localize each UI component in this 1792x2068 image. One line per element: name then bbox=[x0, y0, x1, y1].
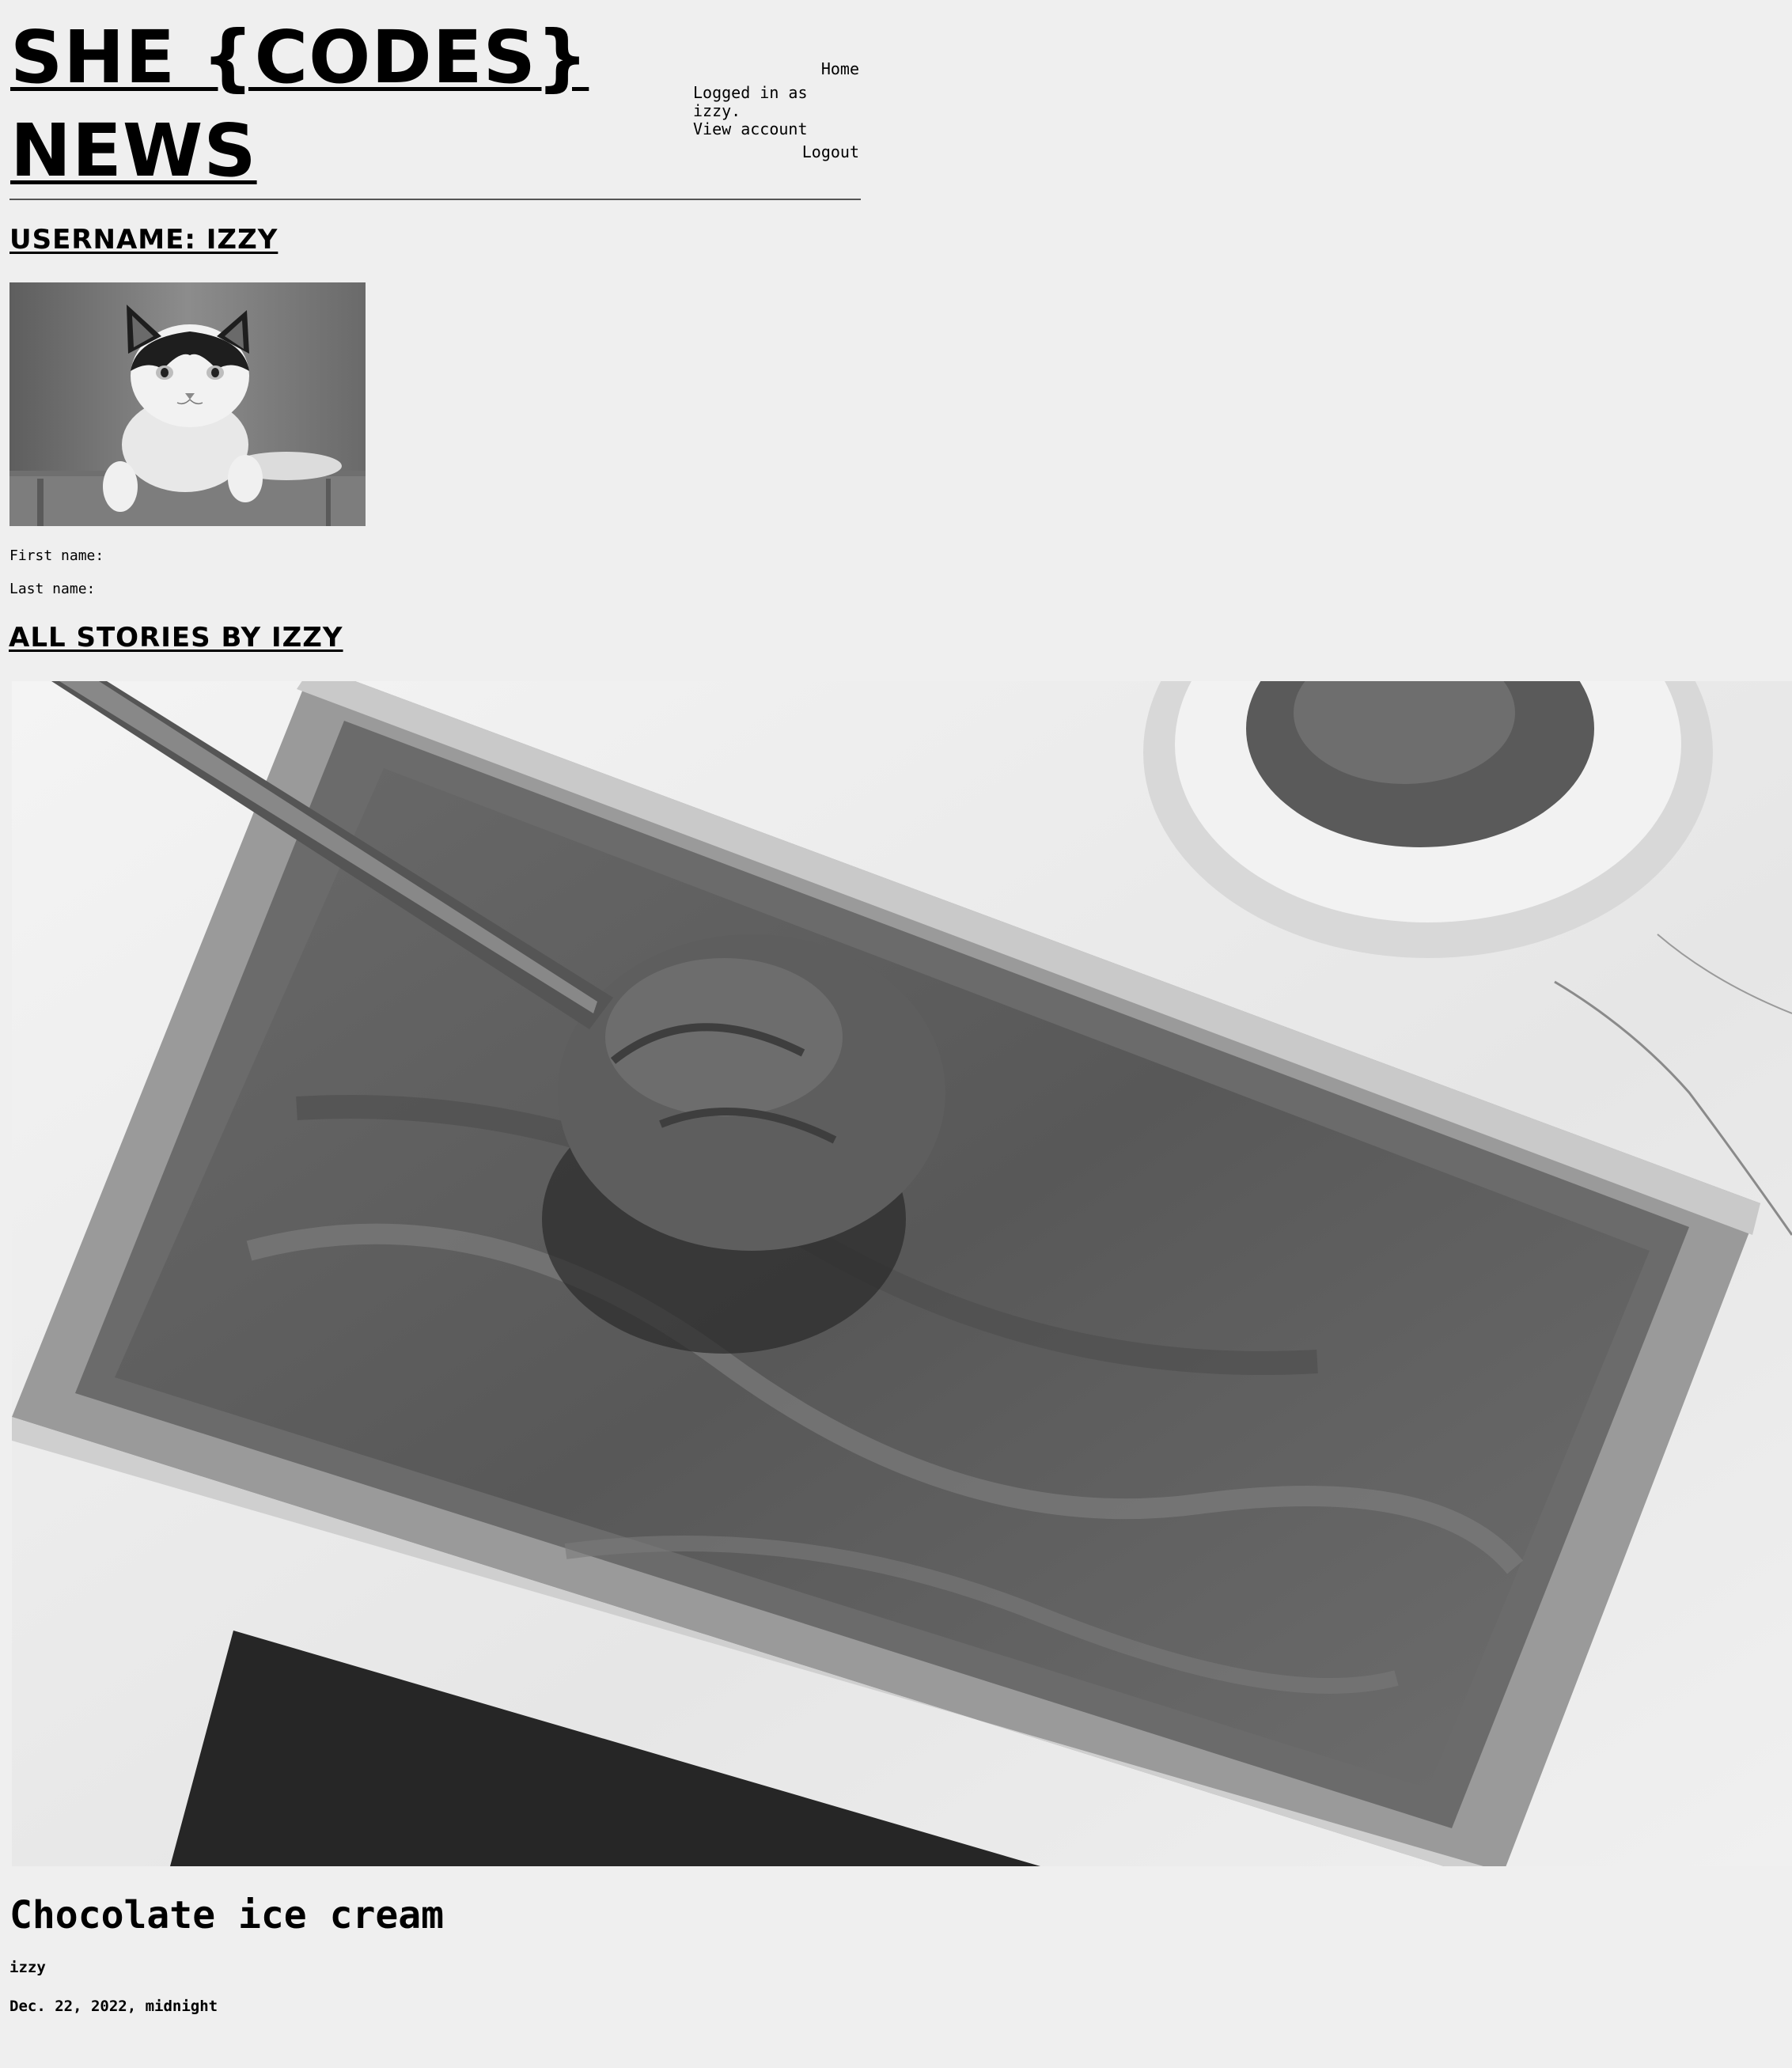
nav-home-link[interactable]: Home bbox=[688, 60, 859, 78]
last-name-field: Last name: bbox=[9, 581, 96, 597]
story-title[interactable]: Chocolate ice cream bbox=[9, 1893, 444, 1937]
story-image[interactable] bbox=[12, 681, 1792, 1866]
all-stories-heading: ALL STORIES BY IZZY bbox=[9, 622, 343, 653]
username-heading: USERNAME: IZZY bbox=[9, 224, 278, 256]
nav-view-account-link[interactable]: View account bbox=[688, 120, 859, 138]
nav-logout-link[interactable]: Logout bbox=[688, 143, 859, 161]
profile-avatar bbox=[9, 282, 366, 526]
logged-in-status: Logged in as izzy. bbox=[693, 83, 808, 120]
header-divider bbox=[9, 199, 861, 200]
story-author: izzy bbox=[9, 1959, 46, 1976]
site-title-link[interactable]: SHE {CODES} NEWS bbox=[10, 15, 589, 193]
main-nav: Home Logged in as izzy. View account Log… bbox=[688, 60, 859, 161]
story-date: Dec. 22, 2022, midnight bbox=[9, 1998, 218, 2015]
first-name-field: First name: bbox=[9, 547, 104, 564]
site-title[interactable]: SHE {CODES} NEWS bbox=[10, 11, 596, 198]
